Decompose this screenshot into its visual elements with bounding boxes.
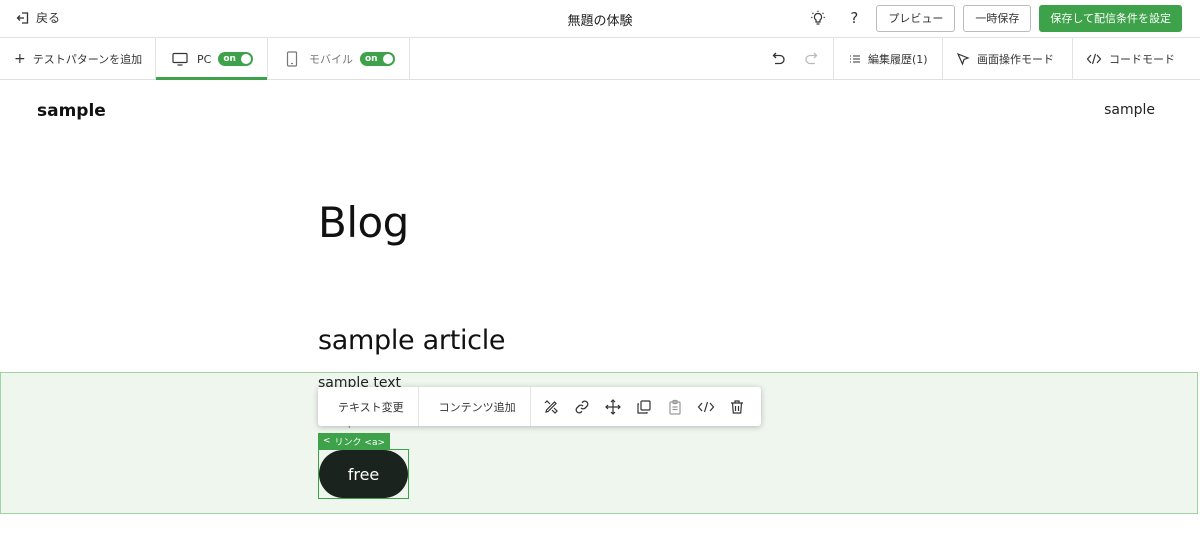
tab-pc-label: PC (197, 52, 212, 66)
code-mode-label: コードモード (1109, 53, 1175, 66)
edit-history-label: 編集履歴(1) (868, 53, 928, 66)
clipboard-icon (669, 399, 681, 415)
pc-toggle-label: on (223, 54, 236, 64)
move-button[interactable] (603, 396, 624, 417)
hint-button[interactable] (804, 4, 832, 32)
back-label: 戻る (36, 11, 61, 25)
monitor-icon (172, 52, 188, 66)
edit-history-button[interactable]: 編集履歴(1) (849, 38, 928, 80)
list-icon (850, 55, 860, 63)
link-button[interactable] (572, 396, 593, 417)
save-and-settings-button[interactable]: 保存して配信条件を設定 (1039, 4, 1182, 32)
redo-button[interactable] (804, 38, 820, 80)
cursor-icon (956, 52, 970, 66)
add-test-pattern-button[interactable]: + テストパターンを追加 (14, 38, 142, 80)
add-test-pattern-label: テストパターンを追加 (32, 53, 143, 66)
code-icon (697, 401, 715, 412)
screen-operation-mode-button[interactable]: 画面操作モード (956, 38, 1054, 80)
edit-text-button[interactable]: テキスト変更 (318, 387, 418, 426)
free-button[interactable]: free (319, 450, 408, 498)
chevron-left-icon: < (323, 436, 331, 446)
plus-icon: + (14, 51, 26, 67)
move-icon (605, 398, 622, 415)
top-header: 戻る 無題の体験 ? プレビュー 一時保存 保存して配信条件を設定 (0, 0, 1200, 38)
style-edit-button[interactable] (541, 396, 562, 417)
paste-button[interactable] (665, 396, 686, 417)
temp-save-button[interactable]: 一時保存 (963, 4, 1032, 32)
element-tag-link[interactable]: < リンク <a> (318, 433, 391, 449)
code-mode-button[interactable]: コードモード (1086, 38, 1175, 80)
lightbulb-icon (811, 10, 826, 25)
article-heading: sample article (318, 325, 506, 356)
site-nav-link[interactable]: sample (1104, 102, 1155, 118)
link-icon (575, 400, 589, 413)
pc-toggle[interactable]: on (218, 52, 254, 66)
tab-mobile[interactable]: モバイル on (286, 38, 395, 80)
blog-heading: Blog (318, 198, 409, 247)
tab-mobile-label: モバイル (309, 53, 353, 66)
help-button[interactable]: ? (840, 4, 868, 32)
editor-toolbar: + テストパターンを追加 PC on モバイル on 編集履歴(1) 画面操作モ… (0, 38, 1200, 80)
delete-button[interactable] (727, 396, 748, 417)
site-brand[interactable]: sample (37, 101, 106, 121)
add-content-button[interactable]: コンテンツ追加 (419, 387, 530, 426)
copy-icon (637, 399, 651, 414)
mobile-toggle[interactable]: on (360, 52, 395, 66)
trash-icon (731, 399, 744, 414)
element-action-toolbar: テキスト変更 コンテンツ追加 (318, 387, 761, 426)
page-canvas: sample sample Blog sample article sample… (0, 80, 1200, 538)
undo-icon (772, 52, 785, 65)
tab-pc[interactable]: PC on (172, 38, 254, 80)
edit-code-button[interactable] (696, 396, 717, 417)
exit-icon (16, 11, 29, 24)
preview-button[interactable]: プレビュー (876, 4, 956, 32)
element-tag-label: リンク <a> (334, 437, 386, 448)
screen-operation-mode-label: 画面操作モード (977, 53, 1054, 66)
duplicate-button[interactable] (634, 396, 655, 417)
undo-button[interactable] (770, 38, 786, 80)
mobile-icon (286, 51, 298, 67)
redo-icon (805, 52, 818, 65)
question-icon: ? (850, 9, 859, 27)
pencil-ruler-icon (544, 399, 559, 414)
back-button[interactable]: 戻る (16, 9, 60, 26)
code-icon (1086, 53, 1102, 65)
mobile-toggle-label: on (365, 54, 378, 64)
